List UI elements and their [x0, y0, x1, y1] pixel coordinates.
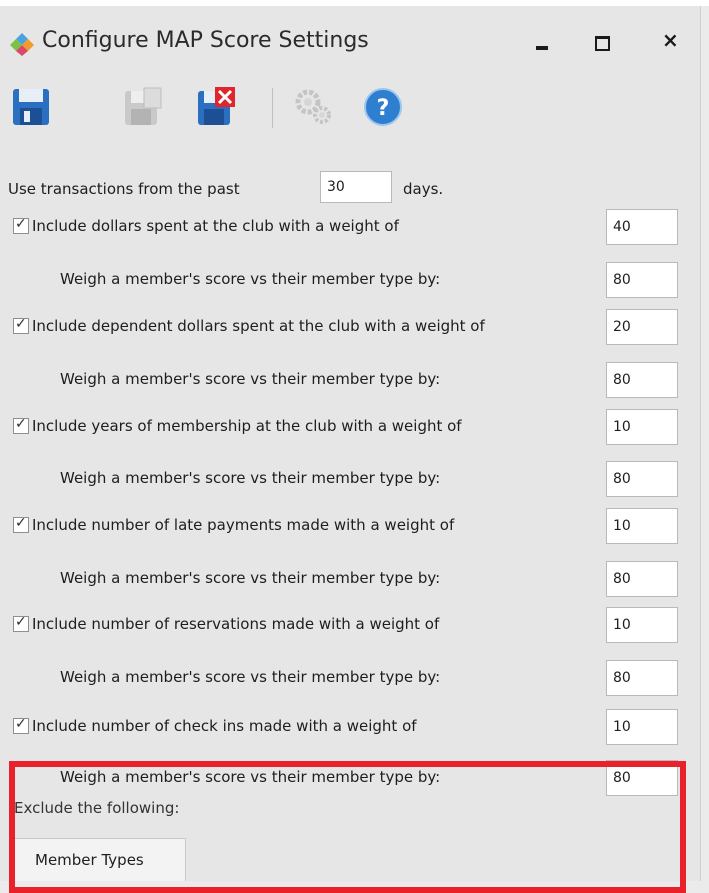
- tab-member-types[interactable]: Member Types: [14, 838, 186, 881]
- toolbar-separator: [272, 88, 273, 128]
- late-payments-member-type-label: Weigh a member's score vs their member t…: [60, 569, 441, 587]
- late-payments-weight-input[interactable]: [606, 508, 678, 544]
- days-prefix-label: Use transactions from the past: [8, 180, 240, 198]
- checkmark-icon: ✓: [15, 614, 27, 630]
- settings-window: Configure MAP Score Settings × ? Use tra…: [0, 6, 701, 881]
- check-ins-label: Include number of check ins made with a …: [32, 717, 417, 735]
- checkmark-icon: ✓: [15, 416, 27, 432]
- help-button[interactable]: ?: [362, 86, 404, 128]
- save-copy-icon: [122, 87, 164, 132]
- member-type-row-late-payments: Weigh a member's score vs their member t…: [0, 559, 700, 599]
- late-payments-label: Include number of late payments made wit…: [32, 516, 455, 534]
- close-icon: ×: [662, 28, 679, 52]
- close-button[interactable]: ×: [650, 24, 690, 60]
- gears-icon: [293, 89, 335, 132]
- weight-row-check-ins: ✓ Include number of check ins made with …: [0, 707, 700, 747]
- checkmark-icon: ✓: [15, 515, 27, 531]
- checkmark-icon: ✓: [15, 716, 27, 732]
- years-member-type-label: Weigh a member's score vs their member t…: [60, 469, 441, 487]
- window-title: Configure MAP Score Settings: [42, 28, 369, 53]
- dollars-label: Include dollars spent at the club with a…: [32, 217, 399, 235]
- check-ins-member-type-input[interactable]: [606, 760, 678, 796]
- late-payments-checkbox[interactable]: ✓: [13, 515, 29, 533]
- exclude-label: Exclude the following:: [14, 799, 180, 817]
- weight-row-reservations: ✓ Include number of reservations made wi…: [0, 605, 700, 645]
- member-type-row-reservations: Weigh a member's score vs their member t…: [0, 658, 700, 698]
- check-ins-weight-input[interactable]: [606, 709, 678, 745]
- checkmark-icon: ✓: [15, 216, 27, 232]
- delete-button[interactable]: [195, 86, 237, 128]
- help-icon: ?: [362, 88, 404, 132]
- svg-text:?: ?: [377, 96, 390, 121]
- dependent-dollars-label: Include dependent dollars spent at the c…: [32, 317, 485, 335]
- dollars-member-type-label: Weigh a member's score vs their member t…: [60, 270, 441, 288]
- weight-row-dollars: ✓ Include dollars spent at the club with…: [0, 207, 700, 247]
- check-ins-member-type-label: Weigh a member's score vs their member t…: [60, 768, 441, 786]
- dollars-member-type-input[interactable]: [606, 262, 678, 298]
- dependent-dollars-member-type-label: Weigh a member's score vs their member t…: [60, 370, 441, 388]
- save-copy-button[interactable]: [122, 86, 164, 128]
- years-checkbox[interactable]: ✓: [13, 416, 29, 434]
- days-input[interactable]: [320, 171, 392, 203]
- dollars-checkbox[interactable]: ✓: [13, 216, 29, 234]
- maximize-button[interactable]: [581, 24, 621, 60]
- weight-row-dependent-dollars: ✓ Include dependent dollars spent at the…: [0, 307, 700, 347]
- title-bar[interactable]: Configure MAP Score Settings ×: [0, 6, 700, 78]
- years-label: Include years of membership at the club …: [32, 417, 462, 435]
- save-icon: [10, 89, 52, 132]
- app-icon: [10, 32, 34, 56]
- late-payments-member-type-input[interactable]: [606, 561, 678, 597]
- days-suffix-label: days.: [403, 180, 444, 198]
- dependent-dollars-member-type-input[interactable]: [606, 362, 678, 398]
- weight-row-late-payments: ✓ Include number of late payments made w…: [0, 506, 700, 546]
- reservations-label: Include number of reservations made with…: [32, 615, 440, 633]
- reservations-checkbox[interactable]: ✓: [13, 614, 29, 632]
- dependent-dollars-checkbox[interactable]: ✓: [13, 316, 29, 334]
- minimize-button[interactable]: [520, 24, 560, 60]
- reservations-member-type-input[interactable]: [606, 660, 678, 696]
- member-type-row-dependent-dollars: Weigh a member's score vs their member t…: [0, 360, 700, 400]
- maximize-icon: [595, 36, 610, 51]
- delete-icon: [195, 87, 237, 132]
- years-weight-input[interactable]: [606, 409, 678, 445]
- minimize-icon: [536, 46, 548, 50]
- reservations-weight-input[interactable]: [606, 607, 678, 643]
- dependent-dollars-weight-input[interactable]: [606, 309, 678, 345]
- days-row: Use transactions from the past days.: [8, 171, 698, 209]
- member-type-row-check-ins: Weigh a member's score vs their member t…: [0, 758, 700, 798]
- weight-row-years: ✓ Include years of membership at the clu…: [0, 407, 700, 447]
- toolbar: ?: [0, 82, 700, 134]
- dollars-weight-input[interactable]: [606, 209, 678, 245]
- member-type-row-dollars: Weigh a member's score vs their member t…: [0, 260, 700, 300]
- checkmark-icon: ✓: [15, 316, 27, 332]
- settings-button[interactable]: [293, 86, 335, 128]
- check-ins-checkbox[interactable]: ✓: [13, 716, 29, 734]
- years-member-type-input[interactable]: [606, 461, 678, 497]
- member-type-row-years: Weigh a member's score vs their member t…: [0, 459, 700, 499]
- reservations-member-type-label: Weigh a member's score vs their member t…: [60, 668, 441, 686]
- save-button[interactable]: [10, 86, 52, 128]
